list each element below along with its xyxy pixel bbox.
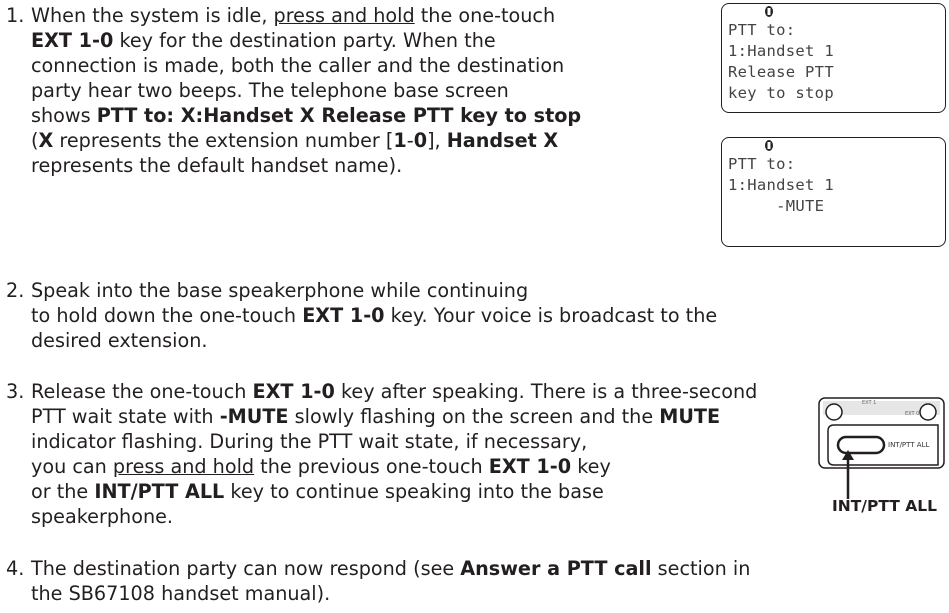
step-4-text: The destination party can now respond (s… xyxy=(31,556,943,606)
paragraph-line: When the system is idle, press and hold … xyxy=(31,4,556,27)
step-3-number: 3. xyxy=(6,380,25,403)
paragraph-line: Release the one-touch EXT 1-0 key after … xyxy=(31,380,758,403)
lcd1-line-3: Release PTT xyxy=(728,63,834,81)
paragraph-line: speakerphone. xyxy=(31,505,174,528)
pointer-arrow xyxy=(842,450,854,499)
lcd1-line-1: PTT to: xyxy=(728,21,796,39)
paragraph-line: connection is made, both the caller and … xyxy=(31,54,565,77)
step-2-text: Speak into the base speakerphone while c… xyxy=(31,278,943,353)
paragraph-line: the SB67108 handset manual). xyxy=(31,582,331,605)
step-1-number: 1. xyxy=(6,4,25,27)
paragraph-line: you can press and hold the previous one-… xyxy=(31,455,611,478)
speaker-phone-icon xyxy=(764,5,774,21)
lcd1-line-4: key to stop xyxy=(728,84,834,102)
lcd2-line-3: -MUTE xyxy=(728,197,825,215)
paragraph-line: The destination party can now respond (s… xyxy=(31,557,751,580)
ext-0-label: EXT 0 xyxy=(905,411,920,417)
paragraph-line: represents the default handset name). xyxy=(31,154,403,177)
paragraph-line: or the INT/PTT ALL key to continue speak… xyxy=(31,480,604,503)
paragraph-line: (X represents the extension number [1-0]… xyxy=(31,129,559,152)
int-ptt-all-caption: INT/PTT ALL xyxy=(832,497,937,515)
step-3-text: Release the one-touch EXT 1-0 key after … xyxy=(31,379,943,529)
paragraph-line: desired extension. xyxy=(31,329,208,352)
paragraph-line: indicator flashing. During the PTT wait … xyxy=(31,430,588,453)
lcd-screen-ptt-to: PTT to: 1:Handset 1 Release PTT key to s… xyxy=(721,3,946,113)
int-ptt-all-key-illustration: EXT 1 EXT 0 INT/PTT ALL xyxy=(818,397,945,469)
int-ptt-all-key-label: INT/PTT ALL xyxy=(888,441,930,449)
step-4-number: 4. xyxy=(6,557,25,580)
paragraph-line: to hold down the one-touch EXT 1-0 key. … xyxy=(31,304,718,327)
ext-1-label: EXT 1 xyxy=(862,400,877,406)
step-2-number: 2. xyxy=(6,279,25,302)
lcd1-line-2: 1:Handset 1 xyxy=(728,42,834,60)
step-1-text: When the system is idle, press and hold … xyxy=(31,3,711,178)
lcd2-line-1: PTT to: xyxy=(728,155,796,173)
paragraph-line: shows PTT to: X:Handset X Release PTT ke… xyxy=(31,104,582,127)
paragraph-line: Speak into the base speakerphone while c… xyxy=(31,279,529,302)
speaker-phone-icon xyxy=(764,139,774,155)
lcd-screen-ptt-mute: PTT to: 1:Handset 1 -MUTE xyxy=(721,137,946,247)
paragraph-line: PTT wait state with -MUTE slowly flashin… xyxy=(31,405,721,428)
paragraph-line: EXT 1-0 key for the destination party. W… xyxy=(31,29,496,52)
lcd2-line-2: 1:Handset 1 xyxy=(728,176,834,194)
paragraph-line: party hear two beeps. The telephone base… xyxy=(31,79,509,102)
